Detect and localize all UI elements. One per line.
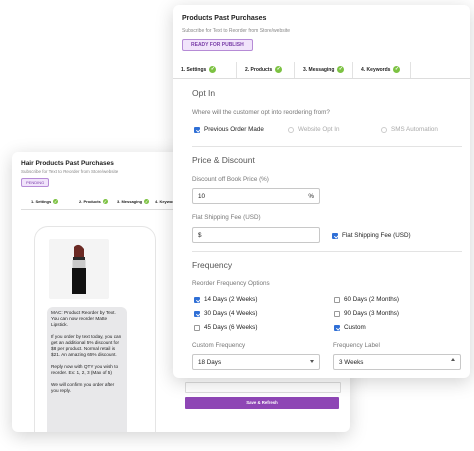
sms-message-bubble: MAC: Product Reorder by Text. You can no… [47, 307, 127, 432]
check-icon: ✓ [209, 66, 217, 74]
input-value: $ [198, 232, 202, 239]
select-value: 18 Days [198, 359, 222, 366]
check-icon: ✓ [102, 199, 108, 205]
save-refresh-button[interactable]: Save & Refresh [185, 397, 339, 409]
text-field[interactable] [185, 382, 341, 393]
tab-label: 3. Messaging [117, 199, 143, 204]
option-label: Website Opt In [298, 126, 340, 133]
frequency-label-select[interactable]: 3 Weeks [333, 354, 461, 370]
opt-in-heading: Opt In [192, 88, 216, 98]
discount-input[interactable]: 10% [192, 188, 320, 204]
tab-products[interactable]: 2. Products ✓ [79, 199, 108, 205]
status-badge: READY FOR PUBLISH [182, 39, 253, 51]
checkbox-checked-icon[interactable] [194, 126, 200, 133]
campaign-title: Hair Products Past Purchases [21, 160, 114, 167]
tab-label: 1. Settings [31, 199, 52, 204]
input-value: 10 [198, 193, 206, 200]
checkbox-checked-icon[interactable] [194, 310, 200, 317]
website-opt-in-option[interactable]: Website Opt In [288, 126, 340, 133]
step-tabs: 1. Settings ✓ 2. Products ✓ 3. Messaging ✓ … [173, 62, 470, 79]
tab-settings[interactable]: 1. Settings ✓ [173, 62, 237, 78]
tab-label: 4. Keywords [361, 67, 391, 73]
opt-in-question: Where will the customer opt into reorder… [192, 109, 330, 116]
frequency-options-label: Reorder Frequency Options [192, 280, 270, 287]
check-icon: ✓ [337, 66, 345, 74]
option-label: 30 Days (4 Weeks) [204, 310, 258, 317]
select-value: 3 Weeks [339, 359, 364, 366]
section-divider [192, 251, 462, 252]
tab-messaging[interactable]: 3. Messaging ✓ [117, 199, 150, 205]
custom-frequency-select[interactable]: 18 Days [192, 354, 320, 370]
option-90-days[interactable]: 90 Days (3 Months) [334, 310, 399, 317]
flat-shipping-option[interactable]: Flat Shipping Fee (USD) [332, 232, 411, 239]
option-60-days[interactable]: 60 Days (2 Months) [334, 296, 399, 303]
tab-label: 2. Products [245, 67, 273, 73]
check-icon: ✓ [393, 66, 401, 74]
lipstick-icon [72, 244, 86, 294]
status-badge: PENDING [21, 178, 50, 187]
option-30-days[interactable]: 30 Days (4 Weeks) [194, 310, 257, 317]
tab-label: 3. Messaging [303, 67, 335, 73]
option-label: 60 Days (2 Months) [344, 296, 399, 303]
chevron-down-icon [310, 360, 314, 363]
sms-automation-option[interactable]: SMS Automation [381, 126, 438, 133]
shipping-input[interactable]: $ [192, 227, 320, 243]
phone-preview: MAC: Product Reorder by Text. You can no… [34, 226, 156, 432]
price-heading: Price & Discount [192, 155, 255, 165]
tab-settings[interactable]: 1. Settings ✓ [31, 199, 59, 205]
check-icon: ✓ [144, 199, 150, 205]
campaign-subtitle: Subscribe for Text to Reorder from Store… [21, 169, 119, 174]
chevron-up-icon [451, 358, 455, 361]
previous-order-option[interactable]: Previous Order Made [194, 126, 264, 133]
option-label: Flat Shipping Fee (USD) [342, 232, 411, 239]
check-icon: ✓ [275, 66, 283, 74]
option-label: 90 Days (3 Months) [344, 310, 399, 317]
tab-messaging[interactable]: 3. Messaging ✓ [295, 62, 353, 78]
campaign-subtitle: Subscribe for Text to Reorder from Store… [182, 28, 291, 34]
checkbox-checked-icon[interactable] [194, 296, 200, 303]
section-divider [192, 146, 462, 147]
option-45-days[interactable]: 45 Days (6 Weeks) [194, 324, 257, 331]
radio-icon[interactable] [288, 126, 294, 133]
tab-label: 2. Products [79, 199, 101, 204]
checkbox-checked-icon[interactable] [332, 232, 338, 239]
product-image [49, 239, 109, 299]
option-label: 45 Days (6 Weeks) [204, 324, 258, 331]
tab-label: 1. Settings [181, 67, 207, 73]
option-label: SMS Automation [391, 126, 438, 133]
check-icon: ✓ [53, 199, 59, 205]
option-label: 14 Days (2 Weeks) [204, 296, 258, 303]
frequency-label-label: Frequency Label [333, 342, 380, 349]
option-custom[interactable]: Custom [334, 324, 366, 331]
option-label: Previous Order Made [204, 126, 264, 133]
tab-products[interactable]: 2. Products ✓ [237, 62, 295, 78]
checkbox-icon[interactable] [194, 324, 200, 331]
tab-keywords[interactable]: 4. Keywords ✓ [353, 62, 411, 78]
option-14-days[interactable]: 14 Days (2 Weeks) [194, 296, 257, 303]
radio-icon[interactable] [381, 126, 387, 133]
checkbox-icon[interactable] [334, 296, 340, 303]
frequency-heading: Frequency [192, 260, 233, 270]
campaign-title: Products Past Purchases [182, 15, 267, 22]
shipping-label: Flat Shipping Fee (USD) [192, 214, 261, 221]
percent-suffix: % [308, 193, 314, 200]
discount-label: Discount off Book Price (%) [192, 176, 269, 183]
checkbox-checked-icon[interactable] [334, 324, 340, 331]
option-label: Custom [344, 324, 366, 331]
checkbox-icon[interactable] [334, 310, 340, 317]
custom-frequency-label: Custom Frequency [192, 342, 246, 349]
campaign-card-front: Products Past Purchases Subscribe for Te… [173, 5, 470, 378]
